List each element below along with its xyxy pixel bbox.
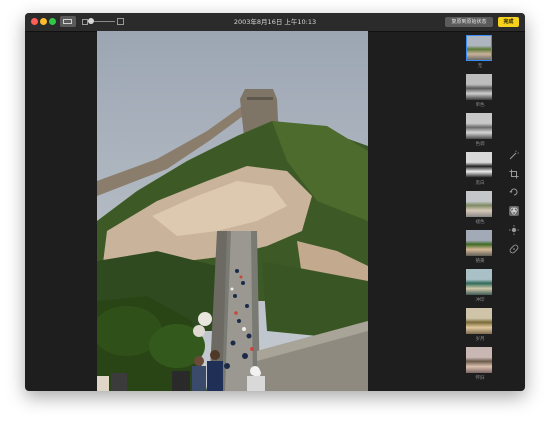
- filters-icon[interactable]: [509, 206, 519, 216]
- filter-label: 黑白: [475, 181, 485, 186]
- filter-process[interactable]: 冲印: [463, 269, 497, 307]
- filter-sidebar: 无 单色 色调 黑白 褪色 铬黄 冲印 岁月 怀旧: [463, 35, 497, 385]
- done-button[interactable]: 完成: [498, 17, 519, 27]
- filter-label: 冲印: [475, 298, 485, 303]
- filter-label: 怀旧: [475, 376, 485, 381]
- filter-mono[interactable]: 单色: [463, 74, 497, 112]
- revert-to-original-button[interactable]: 复原到原始状态: [445, 17, 493, 27]
- filter-instant[interactable]: 怀旧: [463, 347, 497, 385]
- filter-noir[interactable]: 黑白: [463, 152, 497, 190]
- filter-label: 褪色: [475, 220, 485, 225]
- filter-transfer[interactable]: 岁月: [463, 308, 497, 346]
- filter-label: 色调: [475, 142, 485, 147]
- filter-tonal[interactable]: 色调: [463, 113, 497, 151]
- filter-label: 单色: [475, 103, 485, 108]
- filter-label: 无: [477, 64, 483, 69]
- main-photo[interactable]: [97, 31, 368, 391]
- photos-edit-window: 2003年8月16日 上午10:13 复原到原始状态 完成 无 单色 色调 黑白…: [25, 13, 525, 391]
- filter-thumbnail: [466, 269, 492, 295]
- filter-thumbnail: [466, 347, 492, 373]
- rotate-icon[interactable]: [509, 187, 519, 197]
- filter-label: 岁月: [475, 337, 485, 342]
- photo-great-wall: [97, 31, 368, 391]
- filter-fade[interactable]: 褪色: [463, 191, 497, 229]
- filter-chrome[interactable]: 铬黄: [463, 230, 497, 268]
- filter-thumbnail: [466, 35, 492, 61]
- crop-icon[interactable]: [509, 169, 519, 179]
- filter-thumbnail: [466, 230, 492, 256]
- magic-wand-icon[interactable]: [509, 150, 519, 160]
- bandage-icon[interactable]: [509, 244, 519, 254]
- adjust-icon[interactable]: [509, 225, 519, 235]
- filter-thumbnail: [466, 308, 492, 334]
- title-bar: 2003年8月16日 上午10:13 复原到原始状态 完成: [25, 13, 525, 32]
- filter-thumbnail: [466, 152, 492, 178]
- filter-thumbnail: [466, 191, 492, 217]
- filter-thumbnail: [466, 74, 492, 100]
- filter-thumbnail: [466, 113, 492, 139]
- filter-none[interactable]: 无: [463, 35, 497, 73]
- filter-label: 铬黄: [475, 259, 485, 264]
